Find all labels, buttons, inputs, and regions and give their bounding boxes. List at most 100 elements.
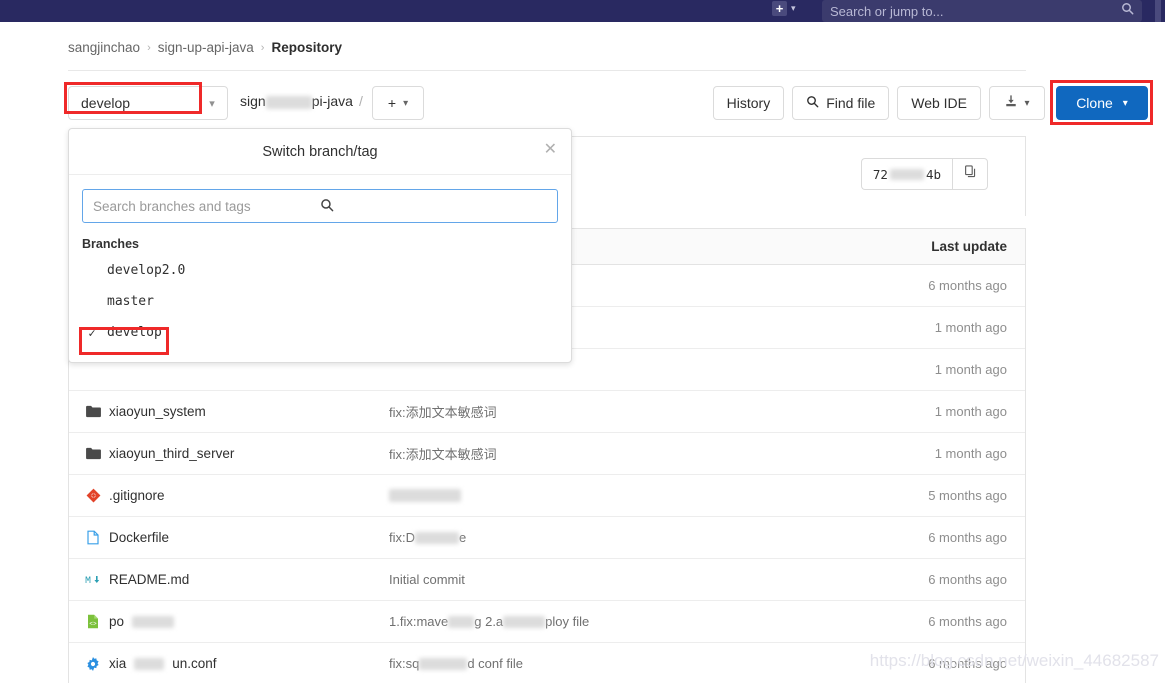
git-icon [85, 488, 101, 504]
file-name-cell[interactable]: M README.md [69, 572, 389, 588]
search-icon [320, 198, 547, 215]
dropdown-header: Switch branch/tag ✕ [69, 129, 571, 175]
file-name-label: xiaoyun_third_server [109, 446, 235, 461]
commit-message-prefix: 1.fix:mave [389, 614, 449, 629]
commit-sha-prefix: 72 [872, 166, 888, 182]
file-name-suffix: un.conf [172, 656, 217, 671]
history-label: History [726, 95, 771, 111]
plus-label: + [387, 95, 397, 111]
web-ide-button[interactable]: Web IDE [897, 86, 981, 120]
branch-search-placeholder: Search branches and tags [93, 198, 251, 214]
repository-toolbar: develop ▾ sign pi-java / + ▾ History Find… [0, 80, 1165, 125]
branch-item-label: develop2.0 [107, 263, 186, 278]
commit-sha[interactable]: 72 4b [860, 158, 952, 190]
path-separator: / [358, 93, 363, 109]
dropdown-search-wrap: Search branches and tags [69, 175, 571, 231]
file-name-cell[interactable]: xiaoyun_system [69, 404, 389, 420]
dropdown-title: Switch branch/tag [262, 143, 378, 160]
chevron-down-icon: ▾ [403, 97, 409, 109]
markdown-icon: M [85, 572, 101, 588]
file-name-label: xiaoyun_system [109, 404, 206, 419]
folder-icon [85, 446, 101, 462]
table-row[interactable]: xia un.conf fix:sq d conf file 6 months ag… [69, 643, 1025, 683]
commit-message-cell: fix:添加文本敏感词 [389, 447, 497, 462]
table-row[interactable]: xiaoyun_third_server fix:添加文本敏感词 1 month… [69, 433, 1025, 475]
commit-message-cell: fix:sq d conf file [389, 656, 835, 671]
file-path-breadcrumb: sign pi-java / [240, 93, 363, 109]
table-row[interactable]: .gitignore 5 months ago [69, 475, 1025, 517]
table-row[interactable]: M README.md Initial commit 6 months ago [69, 559, 1025, 601]
web-ide-label: Web IDE [911, 95, 967, 111]
commit-message-suffix: e [459, 530, 467, 545]
history-button[interactable]: History [712, 86, 785, 120]
close-icon[interactable]: ✕ [544, 142, 557, 158]
search-icon [806, 95, 819, 111]
file-name-cell[interactable]: xiaoyun_third_server [69, 446, 389, 462]
last-update-cell: 6 months ago [928, 572, 1007, 587]
breadcrumb-separator: › [260, 41, 265, 54]
commit-message-cell [389, 489, 835, 502]
global-search-placeholder: Search or jump to... [830, 3, 944, 19]
search-icon [1121, 2, 1134, 20]
branch-selector-label: develop [81, 95, 131, 111]
last-update-cell: 1 month ago [934, 362, 1007, 377]
download-icon [1004, 94, 1018, 113]
new-item-button[interactable]: + ▾ [772, 1, 796, 16]
settings-icon [85, 656, 101, 672]
clone-label: Clone [1076, 95, 1113, 111]
switch-branch-dropdown: Switch branch/tag ✕ Search branches and … [68, 128, 572, 363]
chevron-down-icon: ▾ [1024, 97, 1030, 109]
file-name-cell[interactable]: <> po [69, 614, 389, 630]
file-name-cell[interactable]: Dockerfile [69, 530, 389, 546]
commit-message-cell: fix:添加文本敏感词 [389, 405, 497, 420]
header-divider [68, 70, 1026, 71]
commit-sha-group: 72 4b [860, 158, 988, 190]
add-to-tree-button[interactable]: + ▾ [372, 86, 424, 120]
clone-button[interactable]: Clone ▾ [1056, 86, 1148, 120]
commit-message-cell: 1.fix:mave g 2.a ploy file [389, 614, 835, 629]
table-row[interactable]: xiaoyun_system fix:添加文本敏感词 1 month ago [69, 391, 1025, 433]
last-update-cell: 6 months ago [928, 530, 1007, 545]
file-name-label: Dockerfile [109, 530, 170, 545]
last-update-cell: 6 months ago [928, 614, 1007, 629]
global-search-input[interactable]: Search or jump to... [822, 0, 1142, 22]
svg-text:M: M [85, 576, 91, 585]
branches-section-label: Branches [82, 237, 139, 251]
breadcrumb-separator: › [147, 41, 151, 54]
branch-item-label: develop [107, 325, 162, 340]
last-update-cell: 6 months ago [928, 656, 1007, 671]
table-row[interactable]: <> po 1.fix:mave g 2.a ploy file 6 months … [69, 601, 1025, 643]
branch-item-master[interactable]: master [69, 286, 571, 317]
branch-item-label: master [107, 294, 154, 309]
last-update-cell: 1 month ago [934, 404, 1007, 419]
download-source-button[interactable]: ▾ [989, 86, 1045, 120]
branch-item-develop[interactable]: ✓ develop [69, 317, 571, 348]
commit-message-cell: fix:D e [389, 530, 835, 545]
table-row[interactable]: Dockerfile fix:D e 6 months ago [69, 517, 1025, 559]
svg-text:<>: <> [89, 620, 97, 627]
last-update-cell: 6 months ago [928, 278, 1007, 293]
plus-icon: + [772, 1, 787, 16]
commit-sha-suffix: 4b [925, 166, 941, 182]
commit-message-prefix: fix:D [389, 530, 415, 545]
breadcrumb: sangjinchao › sign-up-api-java › Reposit… [68, 40, 342, 55]
file-name-cell[interactable]: .gitignore [69, 488, 389, 504]
branch-search-input[interactable]: Search branches and tags [82, 189, 558, 223]
commit-message-cell: Initial commit [389, 572, 465, 587]
path-project-name[interactable]: sign pi-java [240, 93, 353, 109]
find-file-button[interactable]: Find file [792, 86, 890, 120]
folder-icon [85, 404, 101, 420]
file-name-label: README.md [109, 572, 190, 587]
chevron-down-icon: ▾ [791, 3, 796, 13]
copy-sha-button[interactable] [952, 158, 988, 190]
check-icon: ✓ [88, 325, 96, 340]
file-name-label: xia [109, 656, 127, 671]
file-name-cell[interactable]: xia un.conf [69, 656, 389, 672]
find-file-label: Find file [826, 95, 876, 111]
branch-item-develop2[interactable]: develop2.0 [69, 255, 571, 286]
breadcrumb-owner[interactable]: sangjinchao [68, 40, 140, 55]
last-update-cell: 1 month ago [934, 320, 1007, 335]
branch-selector[interactable]: develop ▾ [68, 86, 228, 120]
breadcrumb-project[interactable]: sign-up-api-java [158, 40, 254, 55]
commit-message-mid: g 2.a [474, 614, 504, 629]
